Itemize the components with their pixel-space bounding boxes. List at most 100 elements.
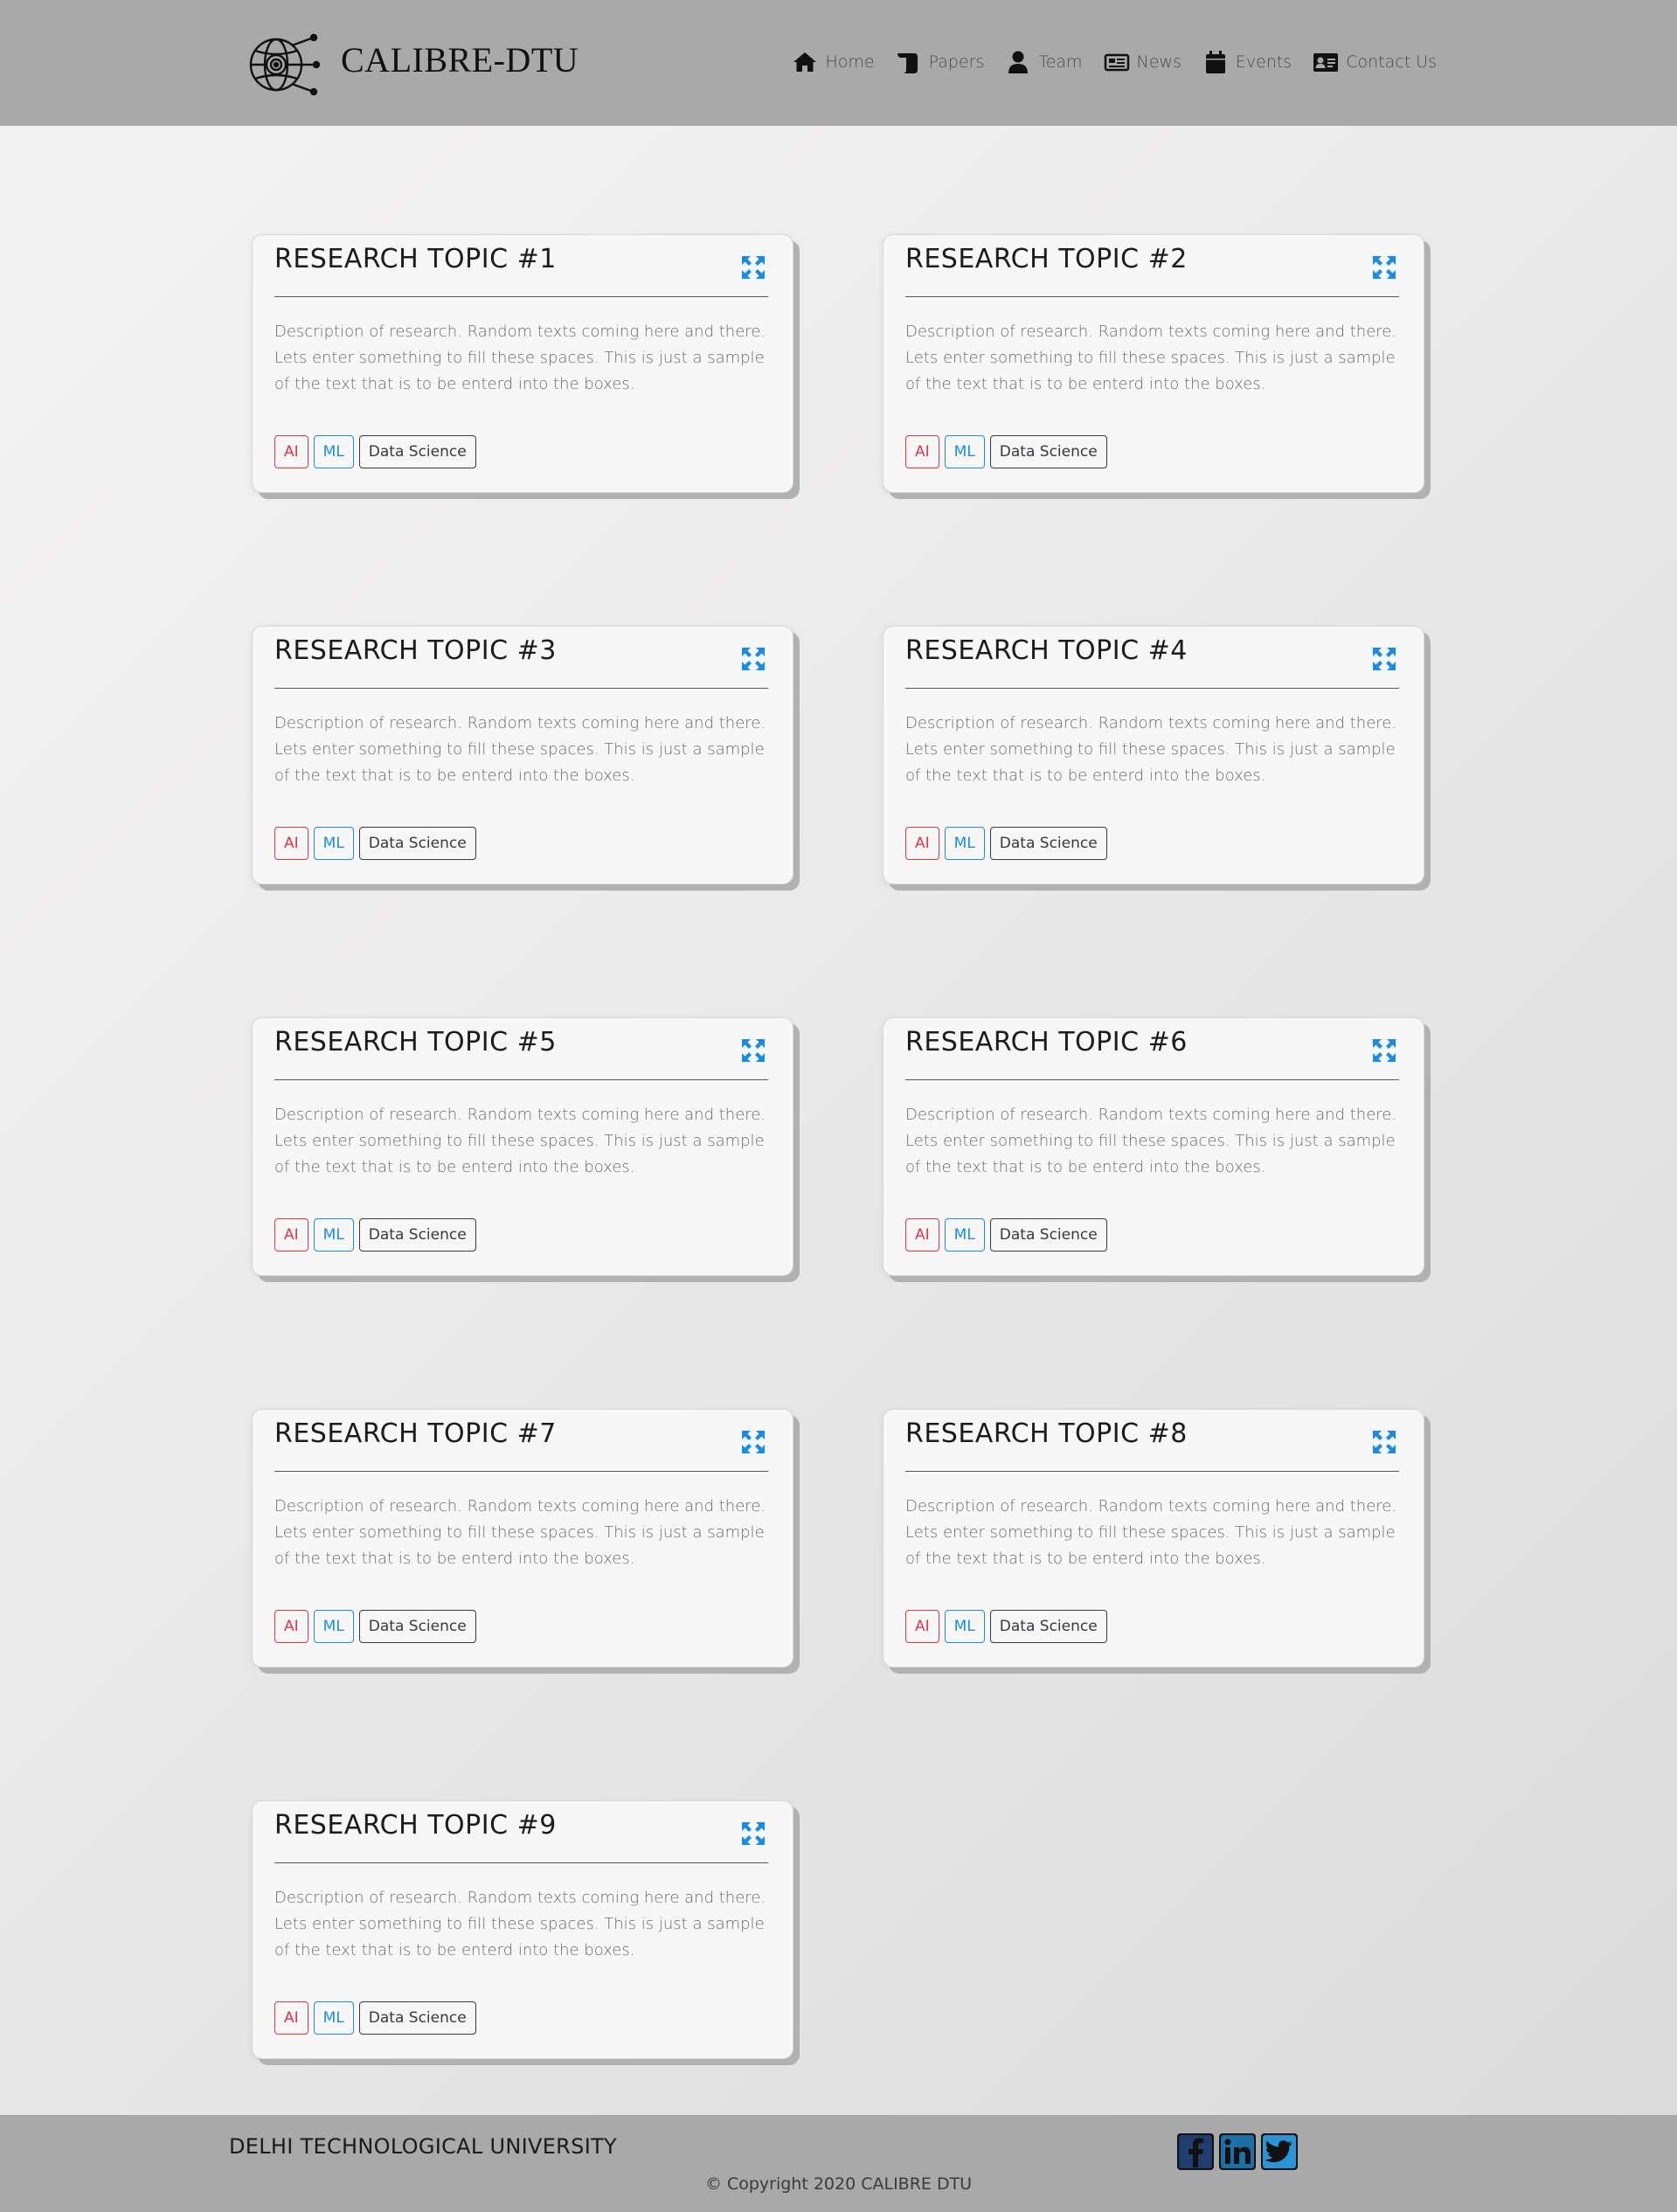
card-title: RESEARCH TOPIC #7: [274, 1418, 557, 1449]
card-tags: AI ML Data Science: [905, 435, 1107, 468]
globe-ai-brain-icon: [249, 33, 321, 96]
card-divider: [274, 1862, 768, 1863]
tag-ai[interactable]: AI: [274, 1218, 308, 1252]
card-divider: [905, 1079, 1399, 1080]
card-divider: [905, 296, 1399, 297]
nav-item-contact[interactable]: Contact Us: [1313, 49, 1437, 75]
tag-ai[interactable]: AI: [274, 827, 308, 860]
nav-item-label: Contact Us: [1346, 52, 1437, 72]
brand[interactable]: CALIBRE-DTU: [246, 33, 579, 96]
tag-ai[interactable]: AI: [905, 827, 939, 860]
card-divider: [905, 1471, 1399, 1472]
facebook-icon[interactable]: [1176, 2132, 1215, 2171]
tag-data-science[interactable]: Data Science: [989, 435, 1107, 468]
tag-data-science[interactable]: Data Science: [989, 1218, 1107, 1252]
main-nav: Home Papers Team News Events Contact Us: [771, 49, 1437, 75]
tag-ai[interactable]: AI: [905, 435, 939, 468]
card-title: RESEARCH TOPIC #1: [274, 244, 557, 274]
newspaper-icon: [1104, 49, 1130, 75]
nav-item-papers[interactable]: Papers: [896, 49, 985, 75]
research-topic-card: RESEARCH TOPIC #4 Description of researc…: [883, 626, 1424, 884]
card-description: Description of research. Random texts co…: [905, 1106, 1397, 1176]
tag-data-science[interactable]: Data Science: [358, 435, 476, 468]
nav-item-home[interactable]: Home: [792, 49, 875, 75]
card-description: Description of research. Random texts co…: [274, 714, 766, 785]
research-topic-card: RESEARCH TOPIC #6 Description of researc…: [883, 1017, 1424, 1276]
tag-data-science[interactable]: Data Science: [989, 827, 1107, 860]
research-topic-card: RESEARCH TOPIC #2 Description of researc…: [883, 234, 1424, 493]
expand-icon[interactable]: [740, 646, 766, 672]
expand-icon[interactable]: [740, 1037, 766, 1064]
tag-ml[interactable]: ML: [313, 1218, 354, 1252]
tag-ai[interactable]: AI: [905, 1218, 939, 1252]
card-title: RESEARCH TOPIC #3: [274, 635, 557, 666]
tag-ml[interactable]: ML: [944, 435, 985, 468]
nav-item-label: Home: [825, 52, 875, 72]
tag-ai[interactable]: AI: [274, 1610, 308, 1643]
tag-ai[interactable]: AI: [274, 435, 308, 468]
card-tags: AI ML Data Science: [274, 2001, 476, 2035]
expand-icon[interactable]: [740, 1820, 766, 1847]
research-topic-card: RESEARCH TOPIC #8 Description of researc…: [883, 1409, 1424, 1668]
expand-icon[interactable]: [740, 254, 766, 281]
social-links: [1176, 2132, 1299, 2171]
brand-title: CALIBRE-DTU: [341, 39, 579, 80]
tag-ai[interactable]: AI: [905, 1610, 939, 1643]
card-tags: AI ML Data Science: [905, 827, 1107, 860]
card-title: RESEARCH TOPIC #6: [905, 1027, 1188, 1057]
footer-copyright: © Copyright 2020 CALIBRE DTU: [704, 2174, 973, 2194]
nav-item-news[interactable]: News: [1104, 49, 1182, 75]
card-divider: [274, 688, 768, 689]
tag-data-science[interactable]: Data Science: [358, 1610, 476, 1643]
research-topic-grid: RESEARCH TOPIC #1 Description of researc…: [252, 234, 1428, 2059]
tag-data-science[interactable]: Data Science: [358, 1218, 476, 1252]
twitter-icon[interactable]: [1260, 2132, 1299, 2171]
card-description: Description of research. Random texts co…: [905, 714, 1397, 785]
home-icon: [792, 49, 818, 75]
research-topic-card: RESEARCH TOPIC #7 Description of researc…: [252, 1409, 793, 1668]
tag-ml[interactable]: ML: [944, 1610, 985, 1643]
tag-ml[interactable]: ML: [944, 827, 985, 860]
card-divider: [274, 1079, 768, 1080]
tag-ml[interactable]: ML: [313, 435, 354, 468]
card-title: RESEARCH TOPIC #8: [905, 1418, 1188, 1449]
linkedin-icon[interactable]: [1218, 2132, 1257, 2171]
research-topic-card: RESEARCH TOPIC #1 Description of researc…: [252, 234, 793, 493]
tag-data-science[interactable]: Data Science: [358, 2001, 476, 2035]
card-description: Description of research. Random texts co…: [274, 1106, 766, 1176]
tag-data-science[interactable]: Data Science: [358, 827, 476, 860]
card-tags: AI ML Data Science: [274, 1218, 476, 1252]
research-topic-card: RESEARCH TOPIC #9 Description of researc…: [252, 1800, 793, 2059]
expand-icon[interactable]: [1371, 1037, 1397, 1064]
tag-ml[interactable]: ML: [944, 1218, 985, 1252]
card-description: Description of research. Random texts co…: [274, 1889, 766, 1959]
card-title: RESEARCH TOPIC #9: [274, 1810, 557, 1841]
nav-item-events[interactable]: Events: [1202, 49, 1292, 75]
card-tags: AI ML Data Science: [274, 1610, 476, 1643]
footer-university: DELHI TECHNOLOGICAL UNIVERSITY: [229, 2134, 617, 2159]
card-tags: AI ML Data Science: [274, 827, 476, 860]
card-tags: AI ML Data Science: [905, 1218, 1107, 1252]
tag-ai[interactable]: AI: [274, 2001, 308, 2035]
expand-icon[interactable]: [740, 1429, 766, 1455]
tag-ml[interactable]: ML: [313, 2001, 354, 2035]
card-divider: [274, 1471, 768, 1472]
tag-ml[interactable]: ML: [313, 827, 354, 860]
card-tags: AI ML Data Science: [274, 435, 476, 468]
expand-icon[interactable]: [1371, 1429, 1397, 1455]
nav-item-label: Papers: [928, 52, 985, 72]
tag-ml[interactable]: ML: [313, 1610, 354, 1643]
expand-icon[interactable]: [1371, 646, 1397, 672]
nav-item-team[interactable]: Team: [1005, 49, 1083, 75]
user-icon: [1005, 49, 1031, 75]
nav-item-label: News: [1136, 52, 1182, 72]
card-title: RESEARCH TOPIC #2: [905, 244, 1188, 274]
card-divider: [905, 688, 1399, 689]
site-header: CALIBRE-DTU Home Papers Team News Events…: [0, 0, 1677, 126]
expand-icon[interactable]: [1371, 254, 1397, 281]
tag-data-science[interactable]: Data Science: [989, 1610, 1107, 1643]
card-title: RESEARCH TOPIC #4: [905, 635, 1188, 666]
address-card-icon: [1313, 49, 1339, 75]
card-divider: [274, 296, 768, 297]
calendar-icon: [1202, 49, 1229, 75]
